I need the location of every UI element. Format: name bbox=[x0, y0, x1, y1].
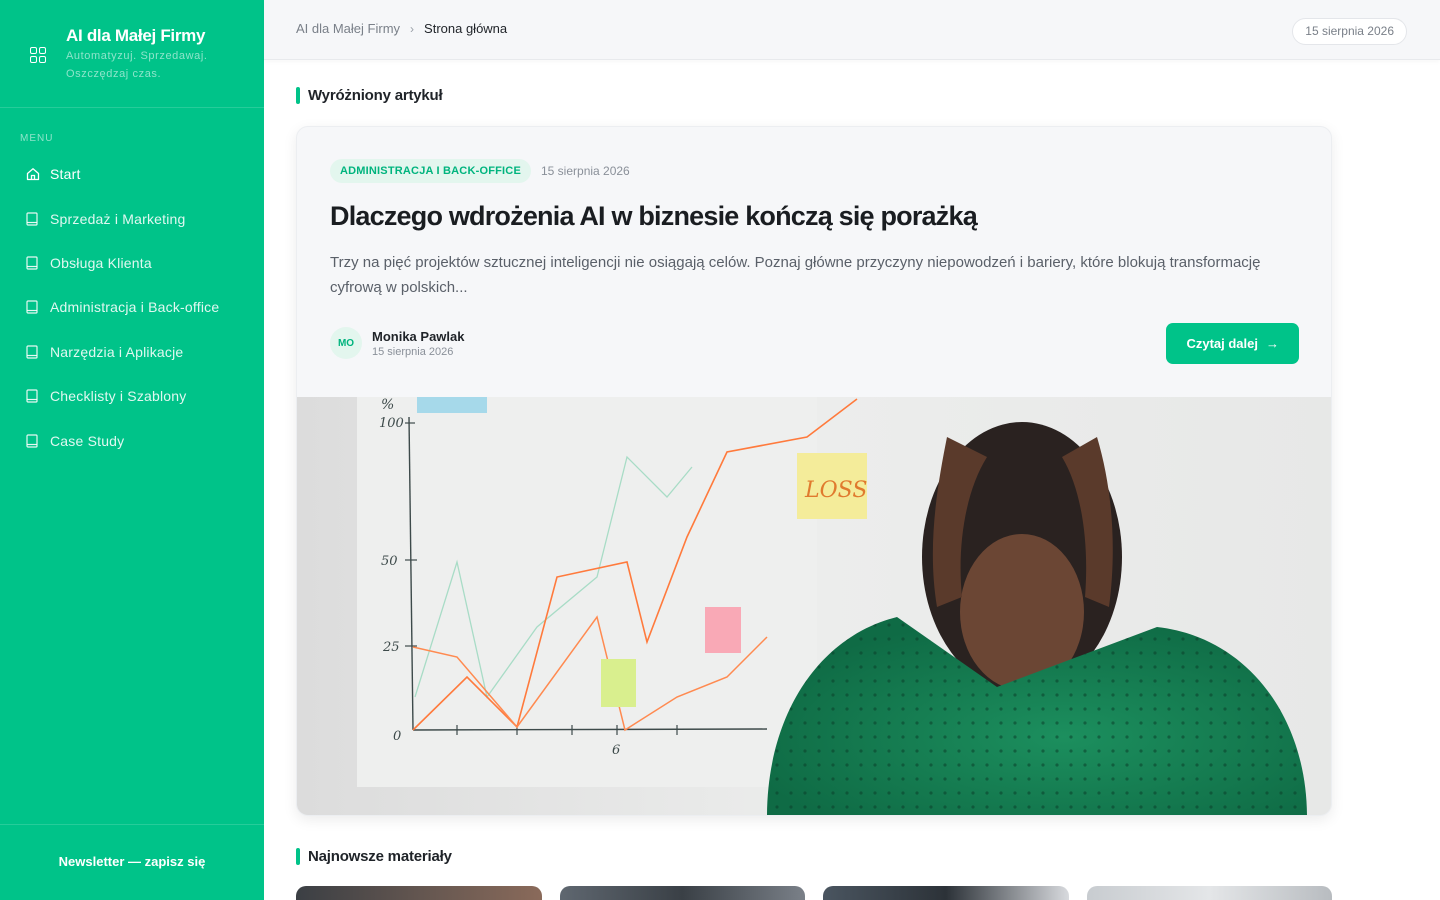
section-title-text: Najnowsze materiały bbox=[308, 848, 452, 865]
breadcrumb-current: Strona główna bbox=[424, 21, 508, 36]
category-tag[interactable]: ADMINISTRACJA I BACK-OFFICE bbox=[330, 159, 531, 183]
section-accent-bar bbox=[296, 87, 300, 104]
chart-tick-label: 50 bbox=[381, 554, 398, 569]
sidebar-item-label: Start bbox=[50, 166, 81, 183]
sidebar-item-checklists[interactable]: Checklisty i Szablony bbox=[0, 374, 264, 418]
article-date: 15 sierpnia 2026 bbox=[541, 164, 630, 178]
sidebar-nav: Start Sprzedaż i Marketing Obsługa Klien… bbox=[0, 152, 264, 463]
sidebar-item-sales-marketing[interactable]: Sprzedaż i Marketing bbox=[0, 196, 264, 240]
featured-article-image[interactable]: % 100 50 25 0 6 LOSS bbox=[297, 397, 1331, 815]
sidebar-footer: Newsletter — zapisz się bbox=[0, 824, 264, 900]
home-icon bbox=[26, 167, 40, 181]
breadcrumb: AI dla Małej Firmy › Strona główna bbox=[296, 21, 507, 36]
featured-section-title: Wyróżniony artykuł bbox=[296, 87, 443, 104]
article-excerpt: Trzy na pięć projektów sztucznej intelig… bbox=[330, 254, 1261, 296]
read-more-label: Czytaj dalej bbox=[1186, 336, 1258, 351]
book-icon bbox=[26, 300, 38, 314]
sticky-note-text: LOSS bbox=[804, 478, 867, 503]
hero-illustration: % 100 50 25 0 6 LOSS bbox=[297, 397, 1331, 815]
avatar: MO bbox=[330, 327, 362, 359]
section-accent-bar bbox=[296, 848, 300, 865]
material-card-image[interactable] bbox=[296, 886, 542, 900]
chart-tick-label: 0 bbox=[393, 729, 401, 744]
material-card-image[interactable] bbox=[559, 886, 805, 900]
sidebar-item-start[interactable]: Start bbox=[0, 152, 264, 196]
latest-section-title: Najnowsze materiały bbox=[296, 848, 452, 865]
latest-materials-grid bbox=[296, 886, 1332, 900]
sidebar-item-administration[interactable]: Administracja i Back-office bbox=[0, 285, 264, 329]
topbar: AI dla Małej Firmy › Strona główna 15 si… bbox=[264, 0, 1440, 60]
read-more-button[interactable]: Czytaj dalej → bbox=[1166, 323, 1299, 364]
book-icon bbox=[26, 345, 38, 359]
featured-article-card[interactable]: ADMINISTRACJA I BACK-OFFICE 15 sierpnia … bbox=[296, 126, 1332, 816]
sidebar-item-label: Sprzedaż i Marketing bbox=[50, 210, 186, 227]
brand[interactable]: AI dla Małej Firmy Automatyzuj. Sprzedaw… bbox=[0, 0, 264, 108]
article-title[interactable]: Dlaczego wdrożenia AI w biznesie kończą … bbox=[330, 201, 978, 232]
brand-title[interactable]: AI dla Małej Firmy bbox=[66, 26, 205, 46]
material-card-image[interactable] bbox=[1086, 886, 1332, 900]
author-block: MO Monika Pawlak 15 sierpnia 2026 bbox=[330, 327, 464, 359]
article-meta: ADMINISTRACJA I BACK-OFFICE 15 sierpnia … bbox=[330, 159, 630, 183]
sidebar-item-label: Administracja i Back-office bbox=[50, 299, 220, 316]
sidebar-item-label: Obsługa Klienta bbox=[50, 254, 152, 271]
material-card-image[interactable] bbox=[823, 886, 1069, 900]
sidebar-item-case-study[interactable]: Case Study bbox=[0, 418, 264, 462]
chart-tick-label: 25 bbox=[382, 640, 400, 655]
book-icon bbox=[26, 389, 38, 403]
section-title-text: Wyróżniony artykuł bbox=[308, 87, 443, 104]
breadcrumb-home-link[interactable]: AI dla Małej Firmy bbox=[296, 21, 400, 36]
sidebar-item-label: Case Study bbox=[50, 432, 125, 449]
sidebar-item-label: Narzędzia i Aplikacje bbox=[50, 343, 184, 360]
menu-label: MENU bbox=[20, 133, 54, 144]
chevron-right-icon: › bbox=[410, 21, 415, 36]
sidebar-item-customer-service[interactable]: Obsługa Klienta bbox=[0, 241, 264, 285]
author-date: 15 sierpnia 2026 bbox=[372, 345, 454, 358]
author-name: Monika Pawlak bbox=[372, 328, 465, 344]
author-info: Monika Pawlak 15 sierpnia 2026 bbox=[372, 329, 464, 358]
book-icon bbox=[26, 433, 38, 448]
chart-tick-label: % bbox=[381, 397, 394, 413]
arrow-right-icon: → bbox=[1266, 336, 1279, 351]
sidebar-item-label: Checklisty i Szablony bbox=[50, 388, 187, 405]
date-badge: 15 sierpnia 2026 bbox=[1292, 18, 1407, 45]
book-icon bbox=[26, 256, 38, 270]
sidebar: AI dla Małej Firmy Automatyzuj. Sprzedaw… bbox=[0, 0, 264, 900]
newsletter-link[interactable]: Newsletter — zapisz się bbox=[0, 854, 264, 869]
grid-logo-icon bbox=[30, 47, 46, 63]
chart-tick-label: 6 bbox=[612, 743, 620, 758]
brand-tagline: Automatyzuj. Sprzedawaj. Oszczędzaj czas… bbox=[66, 50, 208, 80]
book-icon bbox=[26, 211, 38, 226]
sidebar-item-tools[interactable]: Narzędzia i Aplikacje bbox=[0, 330, 264, 374]
chart-tick-label: 100 bbox=[379, 416, 404, 431]
